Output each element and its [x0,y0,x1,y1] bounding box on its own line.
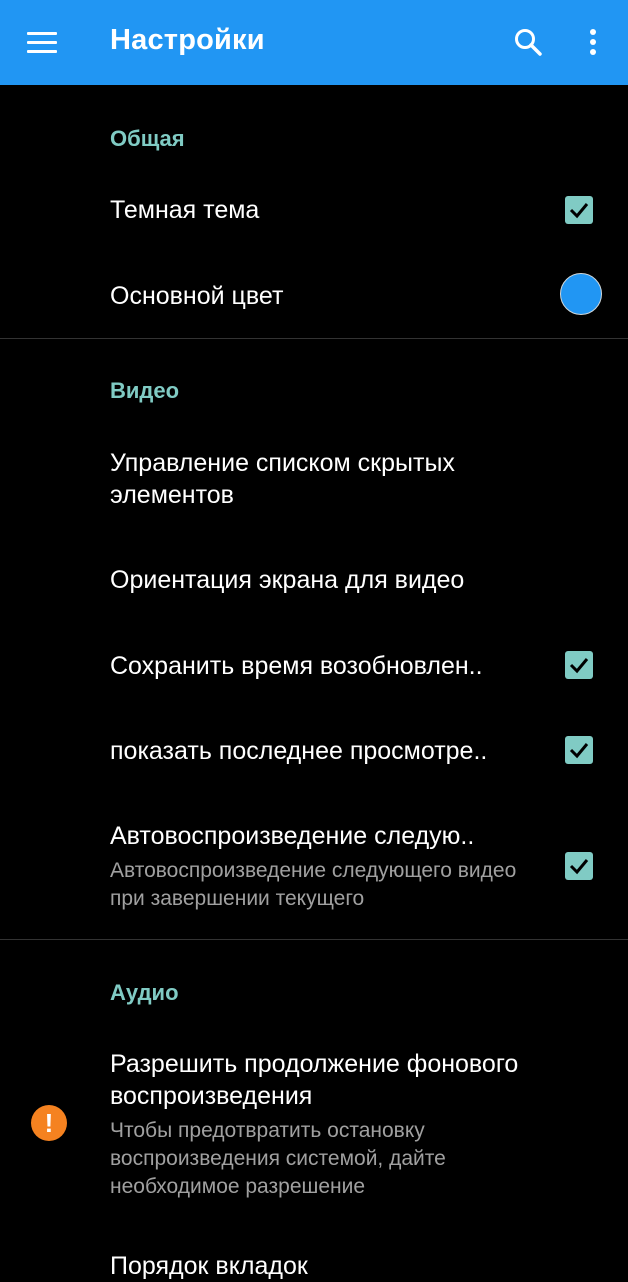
save-resume-checkbox[interactable] [565,651,593,679]
pref-title: Управление списком скрытых элементов [110,449,455,509]
pref-show-last-watched[interactable]: показать последнее просмотре.. [0,720,628,782]
pref-background-playback[interactable]: ! Разрешить продолжение фонового воспрои… [0,1040,628,1210]
section-title-general: Общая [110,126,185,151]
dark-theme-checkbox[interactable] [565,196,593,224]
menu-icon[interactable] [22,24,62,60]
divider [0,338,628,339]
section-title-audio: Аудио [110,980,179,1005]
warning-icon: ! [31,1105,67,1141]
pref-title: показать последнее просмотре.. [110,737,488,765]
search-icon[interactable] [510,24,546,60]
check-icon [569,743,589,759]
more-vert-icon[interactable] [578,24,608,60]
page-title: Настройки [110,24,265,56]
check-icon [569,859,589,875]
pref-primary-color[interactable]: Основной цвет [0,260,628,330]
pref-autoplay-next[interactable]: Автовоспроизведение следую.. Автовоспрои… [0,805,628,915]
check-icon [569,658,589,674]
pref-tab-order[interactable]: Порядок вкладок [0,1240,628,1280]
pref-save-resume[interactable]: Сохранить время возобновлен.. [0,635,628,697]
pref-summary: Автовоспроизведение следующего видео при… [110,859,517,910]
autoplay-next-checkbox[interactable] [565,852,593,880]
divider [0,939,628,940]
menu-icon-line [27,31,57,35]
pref-title: Основной цвет [110,282,284,310]
pref-title: Автовоспроизведение следую.. [110,822,475,850]
show-last-watched-checkbox[interactable] [565,736,593,764]
app-bar: Настройки [0,0,628,85]
pref-title: Ориентация экрана для видео [110,566,465,594]
menu-icon-line [27,49,57,53]
pref-title: Порядок вкладок [110,1252,308,1280]
section-title-video: Видео [110,378,180,403]
primary-color-swatch[interactable] [560,273,602,315]
pref-orientation[interactable]: Ориентация экрана для видео [0,550,628,610]
pref-title: Сохранить время возобновлен.. [110,652,483,680]
pref-dark-theme[interactable]: Темная тема [0,175,628,245]
menu-icon-line [27,40,57,44]
pref-hidden-items[interactable]: Управление списком скрытых элементов [0,440,628,530]
pref-title: Темная тема [110,196,260,224]
pref-title: Разрешить продолжение фонового воспроизв… [110,1050,519,1110]
check-icon [569,203,589,219]
pref-summary: Чтобы предотвратить остановку воспроизве… [110,1119,446,1198]
